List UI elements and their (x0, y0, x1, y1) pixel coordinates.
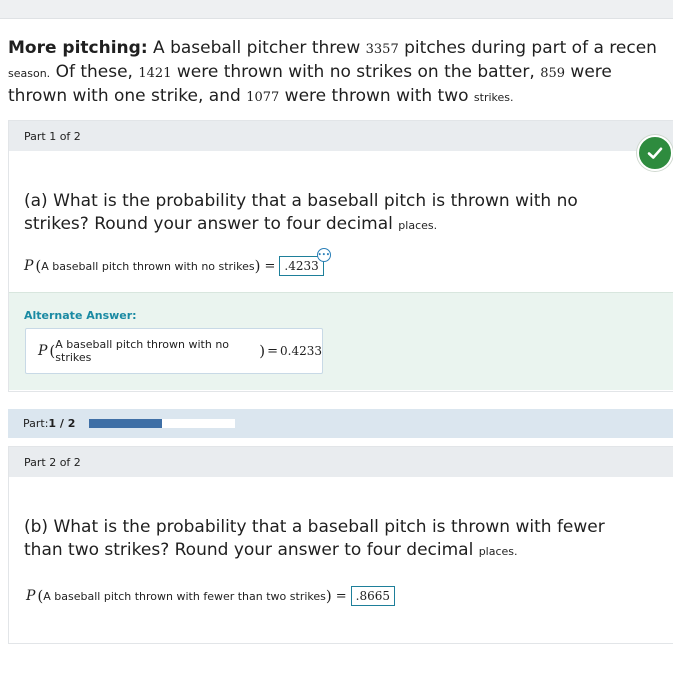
problem-text: A baseball pitcher threw (147, 38, 366, 58)
problem-text: Of these, (50, 62, 139, 82)
two-strike-count: 1077 (246, 90, 280, 105)
progress-value: 1 / 2 (48, 417, 76, 430)
question-text-small: places. (398, 219, 438, 232)
question-text: than two strikes? Round your answer to f… (24, 540, 479, 560)
close-paren: ) (325, 587, 332, 605)
question-text-small: places. (478, 545, 518, 558)
part2-question-line-2: than two strikes? Round your answer to f… (24, 539, 605, 563)
problem-text: pitches during part of a recen (398, 38, 657, 58)
part2-answer-value: .8665 (355, 589, 390, 603)
problem-title: More pitching: (8, 38, 148, 58)
alternate-answer-title: Alternate Answer: (24, 309, 137, 322)
part1-equation: P ( A baseball pitch thrown with no stri… (24, 248, 331, 276)
problem-line-3: thrown with one strike, and 1077 were th… (8, 85, 673, 109)
ellipsis-icon[interactable]: ••• (316, 248, 331, 262)
alternate-answer-panel: Alternate Answer: P ( A baseball pitch t… (9, 292, 673, 390)
problem-text: were (565, 62, 612, 82)
alternate-answer-value: 0.4233 (280, 344, 322, 358)
part2-equation: P ( A baseball pitch thrown with fewer t… (26, 586, 395, 606)
probability-symbol: P (24, 258, 34, 274)
problem-text: strikes. (473, 91, 514, 104)
one-strike-count: 859 (540, 66, 566, 81)
close-paren: ) (254, 257, 261, 275)
problem-text: were thrown with no strikes on the batte… (171, 62, 541, 82)
problem-line-2: season. Of these, 1421 were thrown with … (8, 61, 673, 85)
part-progress: Part: 1 / 2 (8, 409, 673, 438)
equals-sign: = (335, 588, 347, 604)
progress-fill (89, 419, 163, 428)
alternate-answer-box: P ( A baseball pitch thrown with no stri… (25, 328, 323, 374)
progress-track (89, 419, 236, 428)
close-paren: ) (259, 342, 266, 360)
top-strip (0, 0, 673, 19)
total-pitches: 3357 (365, 42, 399, 57)
progress-label: Part: (23, 417, 49, 430)
part1-header: Part 1 of 2 (9, 121, 673, 151)
part1-answer-value: .4233 (284, 259, 319, 273)
checkmark-glyph (647, 147, 663, 159)
event-label: A baseball pitch thrown with fewer than … (43, 589, 326, 603)
problem-text: season. (8, 67, 51, 80)
question-text: strikes? Round your answer to four decim… (24, 214, 399, 234)
part2-header: Part 2 of 2 (9, 447, 673, 477)
part1-question-line-1: (a) What is the probability that a baseb… (24, 191, 578, 211)
no-strike-count: 1421 (138, 66, 172, 81)
probability-symbol: P (38, 343, 48, 359)
part1-question: (a) What is the probability that a baseb… (24, 190, 578, 237)
problem-statement: More pitching: A baseball pitcher threw … (8, 37, 673, 109)
event-label: A baseball pitch thrown with no strikes (41, 259, 255, 273)
equals-sign: = (264, 258, 276, 274)
event-label: A baseball pitch thrown with no strikes (55, 338, 230, 364)
problem-text: were thrown with two (279, 86, 474, 106)
part2-question: (b) What is the probability that a baseb… (24, 516, 605, 563)
problem-line-1: More pitching: A baseball pitcher threw … (8, 37, 673, 61)
part2-answer-box[interactable]: .8665 (350, 586, 395, 606)
probability-symbol: P (26, 588, 36, 604)
equals-sign: = (267, 343, 278, 359)
part1-question-line-2: strikes? Round your answer to four decim… (24, 213, 578, 237)
part2-question-line-1: (b) What is the probability that a baseb… (24, 517, 605, 537)
checkmark-icon (637, 135, 673, 171)
problem-text: thrown with one strike, and (8, 86, 247, 106)
part1-answer-box[interactable]: .4233 ••• (279, 248, 331, 276)
